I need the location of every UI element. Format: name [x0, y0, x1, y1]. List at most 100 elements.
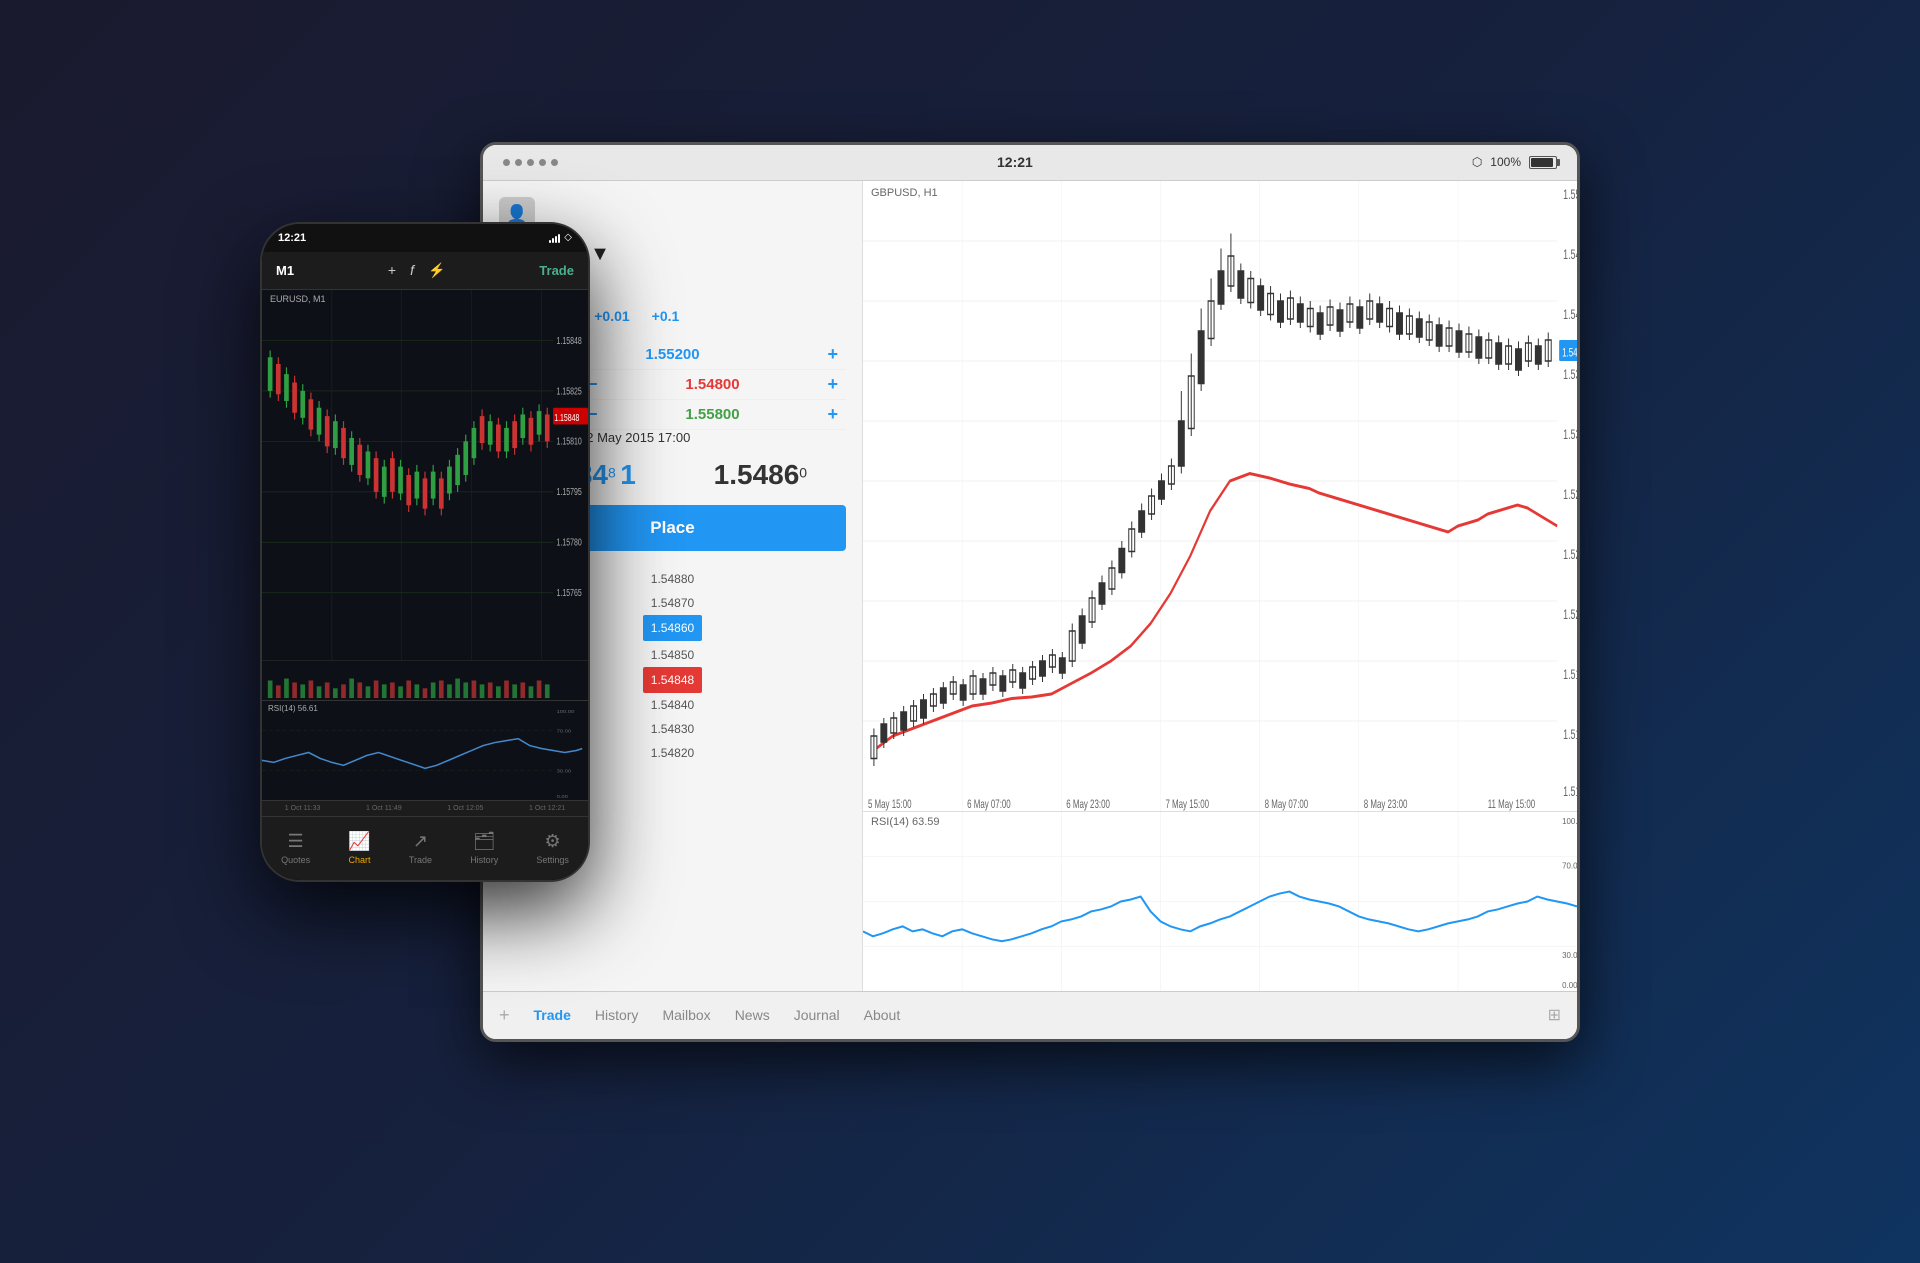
rsi-chart: RSI(14) 63.59 [863, 811, 1577, 991]
svg-text:1.15810: 1.15810 [557, 435, 582, 447]
phone-nav-chart[interactable]: 📈 Chart [348, 831, 370, 865]
tablet-time: 12:21 [997, 154, 1033, 170]
quotes-icon: ☰ [288, 831, 304, 852]
tablet-dot-2 [515, 159, 522, 166]
svg-text:1.54430: 1.54430 [1563, 248, 1577, 262]
svg-text:6 May 07:00: 6 May 07:00 [967, 798, 1011, 810]
adj-plus-01[interactable]: +0.1 [646, 306, 686, 326]
signal-bar-4 [558, 234, 560, 243]
phone-rsi-area: RSI(14) 56.61 100.00 70.00 30.00 0.00 [262, 700, 588, 800]
bid-price-super: 8 [608, 464, 616, 480]
tablet-nav-right: ⊞ [1548, 1005, 1561, 1025]
svg-text:1.15765: 1.15765 [557, 586, 582, 598]
rsi-label: RSI(14) 63.59 [871, 816, 939, 828]
phone-nav-chart-label: Chart [348, 855, 370, 865]
bluetooth-icon: ⬡ [1472, 155, 1482, 169]
tablet-nav-history[interactable]: History [595, 1007, 639, 1023]
tp-plus-btn[interactable]: + [819, 404, 846, 425]
phone-volume-area [262, 660, 588, 700]
phone-chart-label: EURUSD, M1 [270, 294, 326, 304]
phone-volume-svg [262, 661, 588, 700]
main-chart-area: GBPUSD, H1 [863, 181, 1577, 991]
phone-function-icon[interactable]: f [410, 262, 414, 278]
phone-time-3: 1 Oct 12:05 [447, 805, 483, 812]
svg-text:8 May 07:00: 8 May 07:00 [1265, 798, 1309, 810]
tablet-nav-icon-right: ⊞ [1548, 1007, 1561, 1024]
svg-text:7 May 15:00: 7 May 15:00 [1165, 798, 1209, 810]
phone-toolbar-icons: + f ⚡ [388, 262, 446, 279]
adj-plus-001[interactable]: +0.01 [588, 306, 635, 326]
svg-text:1.54050: 1.54050 [1563, 308, 1577, 322]
phone-nav-history[interactable]: 🗂 History [470, 831, 498, 865]
phone-bottom-nav: ☰ Quotes 📈 Chart ↗ Trade 🗂 History ⚙ [262, 816, 588, 880]
phone-trade-btn[interactable]: Trade [539, 263, 574, 278]
phone-status-right: ◇ [549, 232, 572, 243]
ask-price-box: 1.54860 [714, 459, 807, 491]
signal-bars [549, 233, 560, 243]
tablet-dot-5 [551, 159, 558, 166]
svg-text:11 May 15:00: 11 May 15:00 [1488, 798, 1536, 810]
svg-text:8 May 23:00: 8 May 23:00 [1364, 798, 1408, 810]
svg-text:1.53290: 1.53290 [1563, 428, 1577, 442]
tablet-nav-mailbox[interactable]: Mailbox [662, 1007, 710, 1023]
svg-text:0.00: 0.00 [557, 794, 568, 799]
svg-text:1.15848: 1.15848 [557, 334, 582, 346]
tablet-nav-trade[interactable]: Trade [534, 1007, 571, 1023]
phone-timeframe: M1 [276, 263, 294, 278]
trade-icon: ↗ [413, 831, 428, 852]
svg-text:100.00: 100.00 [1562, 816, 1577, 825]
phone-content: M1 + f ⚡ Trade EURUSD, M1 [262, 252, 588, 880]
wifi-icon: ◇ [564, 232, 572, 243]
svg-text:1.52910: 1.52910 [1563, 488, 1577, 502]
phone-status-bar: 12:21 ◇ [262, 224, 588, 252]
svg-text:1.15825: 1.15825 [557, 384, 582, 396]
phone: 12:21 ◇ M1 + f ⚡ Trade [260, 222, 590, 882]
phone-time-4: 1 Oct 12:21 [529, 805, 565, 812]
svg-text:0.00: 0.00 [1562, 981, 1577, 990]
phone-rsi-svg: 100.00 70.00 30.00 0.00 [262, 701, 588, 800]
tablet-nav-news[interactable]: News [735, 1007, 770, 1023]
price-level-red-tag: 1.54848 [643, 667, 702, 693]
svg-text:30.00: 30.00 [1562, 951, 1577, 960]
tablet-body: 👤 GBPUSD ▼ Buy Stop -0.01 1.00 +0.01 +0.… [483, 181, 1577, 991]
phone-nav-quotes-label: Quotes [281, 855, 310, 865]
ask-price-super: 0 [799, 464, 807, 480]
candlestick-chart: GBPUSD, H1 [863, 181, 1577, 811]
sl-plus-btn[interactable]: + [819, 374, 846, 395]
battery-icon [1529, 156, 1557, 169]
phone-indicator-icon[interactable]: ⚡ [428, 262, 445, 279]
signal-bar-3 [555, 236, 557, 243]
chart-label: GBPUSD, H1 [871, 187, 938, 199]
phone-nav-trade-label: Trade [409, 855, 432, 865]
phone-nav-settings[interactable]: ⚙ Settings [536, 831, 569, 865]
tablet: 12:21 ⬡ 100% 👤 GBPUSD ▼ Buy Stop [480, 142, 1580, 1042]
svg-text:70.00: 70.00 [1562, 861, 1577, 870]
svg-text:1.54848: 1.54848 [1562, 347, 1577, 360]
settings-icon: ⚙ [545, 831, 561, 852]
rsi-svg: 100.00 70.00 30.00 0.00 [863, 812, 1577, 991]
scene: 12:21 ⬡ 100% 👤 GBPUSD ▼ Buy Stop [260, 142, 1660, 1122]
svg-text:1.52530: 1.52530 [1563, 548, 1577, 562]
svg-text:1.15780: 1.15780 [557, 536, 582, 548]
tablet-nav-journal[interactable]: Journal [794, 1007, 840, 1023]
tablet-dot-4 [539, 159, 546, 166]
price-plus-btn[interactable]: + [819, 344, 846, 365]
expiry-value: 12 May 2015 17:00 [579, 430, 690, 445]
tablet-nav-plus[interactable]: + [499, 1005, 510, 1026]
price-level-blue-tag: 1.54860 [643, 615, 702, 641]
tablet-nav-about[interactable]: About [864, 1007, 901, 1023]
svg-text:1.15848: 1.15848 [554, 411, 579, 423]
phone-nav-quotes[interactable]: ☰ Quotes [281, 831, 310, 865]
battery-label: 100% [1490, 155, 1521, 169]
svg-text:5 May 15:00: 5 May 15:00 [868, 798, 912, 810]
signal-bar-1 [549, 240, 551, 243]
phone-add-icon[interactable]: + [388, 262, 396, 278]
svg-text:1.52150: 1.52150 [1563, 608, 1577, 622]
phone-nav-history-label: History [470, 855, 498, 865]
phone-nav-settings-label: Settings [536, 855, 569, 865]
svg-text:70.00: 70.00 [557, 729, 572, 734]
tablet-dot-1 [503, 159, 510, 166]
phone-time: 12:21 [278, 232, 306, 244]
phone-nav-trade[interactable]: ↗ Trade [409, 831, 432, 865]
bid-prefix: 1 [620, 459, 636, 490]
